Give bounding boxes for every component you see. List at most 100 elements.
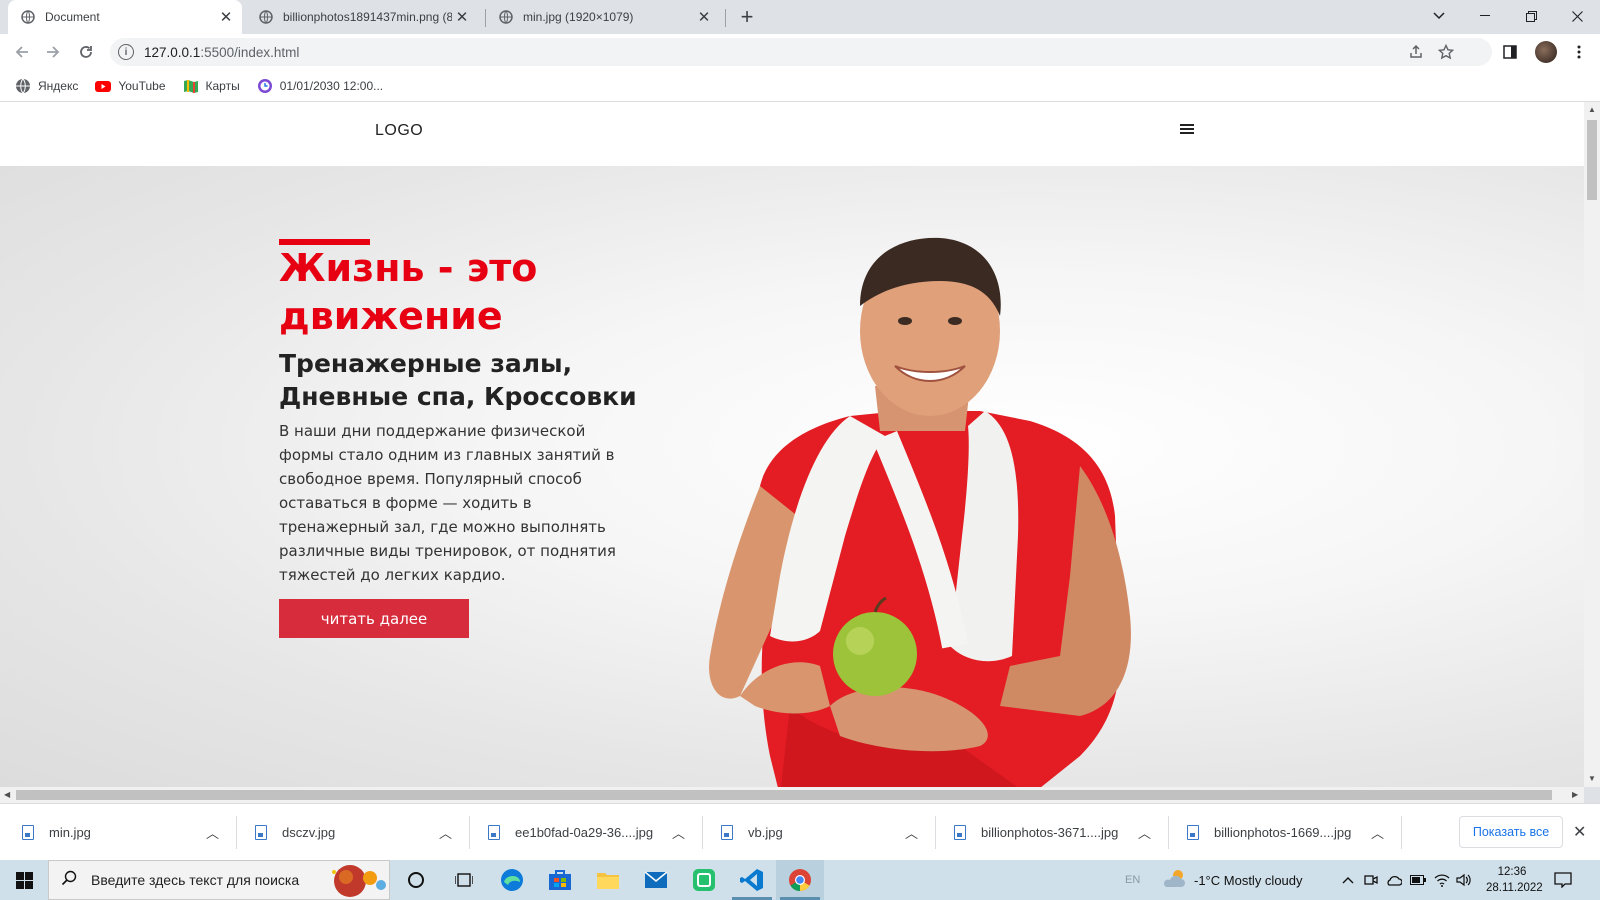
language-indicator[interactable]: EN [1125,860,1140,900]
whatsapp-like-app-icon[interactable] [680,860,728,900]
scroll-left-icon[interactable]: ◀ [4,790,10,799]
taskbar-clock[interactable]: 12:36 28.11.2022 [1486,864,1543,896]
tab-billionphotos[interactable]: billionphotos1891437min.png (8 ✕ [246,0,478,34]
show-all-downloads-button[interactable]: Показать все [1459,816,1563,848]
clock-time: 12:36 [1497,866,1527,878]
image-file-icon [255,825,267,840]
mail-icon[interactable] [632,860,680,900]
meet-now-icon[interactable] [1364,860,1378,900]
chevron-up-icon[interactable]: ︿ [439,804,452,861]
store-icon[interactable] [536,860,584,900]
browser-toolbar: i 127.0.0.1:5500/index.html [0,34,1600,70]
back-icon[interactable] [8,38,36,66]
close-window-icon[interactable] [1554,0,1600,32]
minimize-icon[interactable] [1462,0,1508,32]
download-item[interactable]: ee1b0fad-0a29-36....jpg [488,804,653,861]
vscode-icon[interactable] [728,860,776,900]
edge-icon[interactable] [488,860,536,900]
chevron-up-icon[interactable]: ︿ [672,804,685,861]
onedrive-icon[interactable] [1386,860,1402,900]
page-viewport: LOGO Жизнь - это движение Тренажерные за… [0,102,1584,787]
chevron-up-icon[interactable]: ︿ [1371,804,1384,861]
horizontal-scrollbar[interactable]: ◀ ▶ [0,787,1584,803]
task-view-icon[interactable] [440,860,488,900]
notifications-icon[interactable] [1554,860,1572,900]
chrome-icon[interactable] [776,860,824,900]
download-item[interactable]: min.jpg [22,804,91,861]
scroll-thumb[interactable] [1587,120,1597,200]
volume-icon[interactable] [1456,860,1472,900]
reload-icon[interactable] [72,38,100,66]
hero-text: В наши дни поддержание физической формы … [279,422,616,584]
taskbar-search-input[interactable]: Введите здесь текст для поиска [48,860,390,900]
clock-date: 28.11.2022 [1486,882,1543,894]
search-icon [61,870,81,891]
tab-title: Document [45,10,100,24]
download-item[interactable]: dsczv.jpg [255,804,335,861]
close-icon[interactable]: ✕ [1573,822,1586,842]
site-info-icon[interactable]: i [118,44,134,60]
windows-taskbar: Введите здесь текст для поиска EN -1°C M… [0,860,1600,900]
download-item[interactable]: billionphotos-3671....jpg [954,804,1118,861]
download-filename: billionphotos-3671....jpg [981,825,1119,840]
cloudy-weather-icon [1162,869,1188,892]
close-icon[interactable]: ✕ [452,7,472,27]
hero-section: Жизнь - это движение Тренажерные залы, Д… [0,166,1584,787]
chevron-up-icon[interactable]: ︿ [1138,804,1151,861]
battery-icon[interactable] [1410,860,1426,900]
chevron-up-icon[interactable]: ︿ [905,804,918,861]
site-logo[interactable]: LOGO [375,122,423,140]
maps-icon [183,78,199,94]
restore-icon[interactable] [1508,0,1554,32]
hamburger-menu-icon[interactable] [1180,122,1194,136]
weather-widget[interactable]: -1°C Mostly cloudy [1162,860,1303,900]
youtube-icon [95,78,112,94]
tab-min-jpg[interactable]: min.jpg (1920×1079) ✕ [486,0,720,34]
scroll-right-icon[interactable]: ▶ [1572,790,1578,799]
chevron-up-icon[interactable]: ︿ [206,804,219,861]
globe-icon [20,9,36,25]
forward-icon[interactable] [39,38,67,66]
file-explorer-icon[interactable] [584,860,632,900]
new-tab-button[interactable]: + [735,6,759,30]
bookmark-star-icon[interactable] [1432,38,1460,66]
scroll-up-icon[interactable]: ▲ [1588,105,1596,114]
side-panel-icon[interactable] [1496,38,1524,66]
cortana-icon[interactable] [392,860,440,900]
profile-avatar[interactable] [1535,41,1557,63]
hero-title: Жизнь - это движение [279,246,538,338]
divider [236,816,237,849]
bookmark-countdown[interactable]: 01/01/2030 12:00... [257,78,383,94]
bookmarks-bar: Яндекс YouTube Карты 01/01/2030 12:00... [0,70,1600,102]
download-item[interactable]: vb.jpg [721,804,783,861]
download-filename: dsczv.jpg [282,825,336,840]
tab-title: min.jpg (1920×1079) [523,10,634,24]
image-file-icon [488,825,500,840]
share-icon[interactable] [1402,38,1430,66]
planets-search-highlight-icon [324,863,390,900]
url-host: 127.0.0.1 [144,44,201,60]
vertical-scrollbar[interactable]: ▲ ▼ [1584,102,1600,787]
image-file-icon [22,825,34,840]
image-file-icon [1187,825,1199,840]
close-icon[interactable]: ✕ [694,7,714,27]
address-bar[interactable]: i 127.0.0.1:5500/index.html [110,38,1492,66]
download-item[interactable]: billionphotos-1669....jpg [1187,804,1351,861]
read-more-button[interactable]: читать далее [279,599,469,638]
bookmark-youtube[interactable]: YouTube [95,78,166,94]
chevron-up-icon[interactable] [1342,860,1354,900]
bookmark-yandex[interactable]: Яндекс [15,78,78,94]
windows-start-icon[interactable] [0,860,48,900]
menu-kebab-icon[interactable] [1565,38,1593,66]
tab-document[interactable]: Document ✕ [8,0,242,34]
tab-separator [725,9,726,27]
wifi-icon[interactable] [1434,860,1450,900]
close-icon[interactable]: ✕ [216,7,236,27]
scroll-thumb[interactable] [16,790,1552,800]
bookmark-label: Яндекс [38,78,79,93]
bookmark-maps[interactable]: Карты [183,78,240,94]
tab-search-icon[interactable] [1416,0,1462,32]
bookmark-label: 01/01/2030 12:00... [279,78,384,93]
download-filename: billionphotos-1669....jpg [1214,825,1352,840]
scroll-down-icon[interactable]: ▼ [1588,774,1596,783]
